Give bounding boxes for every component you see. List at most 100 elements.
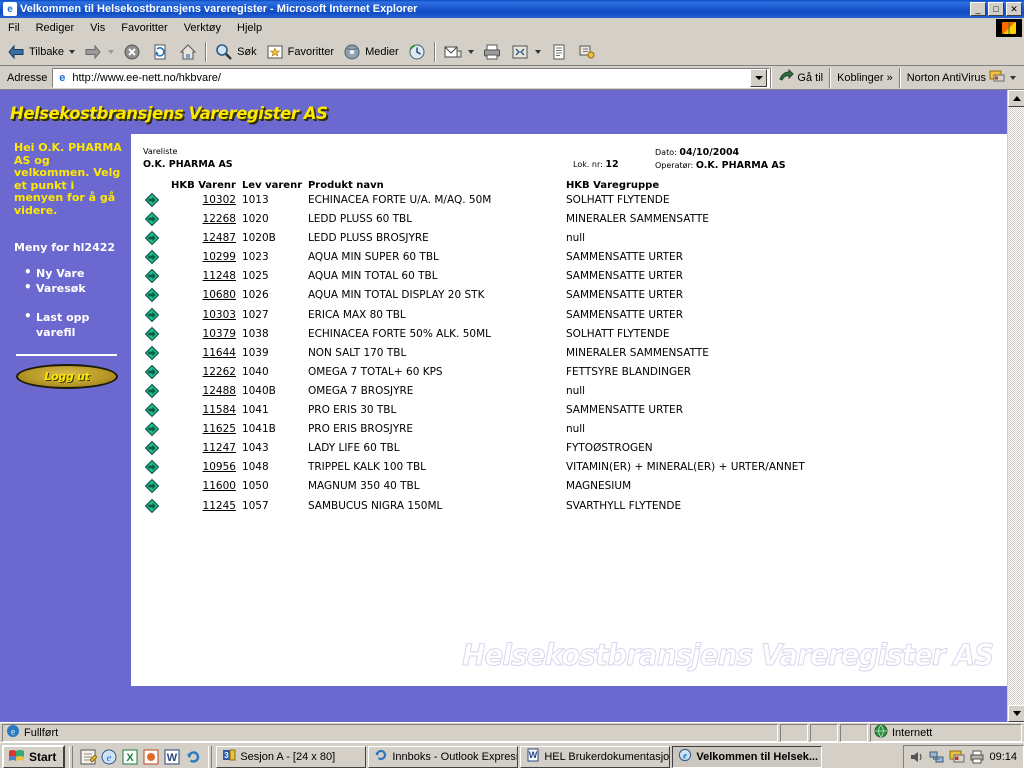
forward-button[interactable] (79, 40, 118, 64)
cell-hkb-varenr: 10956 (165, 460, 242, 479)
menu-item-favoritter[interactable]: Favoritter (113, 20, 175, 36)
product-link[interactable]: 11600 (203, 480, 236, 492)
product-link[interactable]: 10379 (203, 328, 236, 340)
quicklaunch-outlook-icon[interactable] (142, 748, 160, 766)
quicklaunch-refresh-icon[interactable] (184, 748, 202, 766)
product-link[interactable]: 12488 (203, 385, 236, 397)
menu-item-hjelp[interactable]: Hjelp (229, 20, 270, 36)
discuss-button[interactable] (573, 40, 601, 64)
back-chevron-down-icon[interactable] (69, 49, 76, 54)
scroll-up-button[interactable] (1008, 90, 1024, 107)
product-link[interactable]: 11644 (203, 347, 236, 359)
menu-item-vis[interactable]: Vis (82, 20, 113, 36)
product-link[interactable]: 11248 (203, 270, 236, 282)
forward-chevron-down-icon[interactable] (108, 49, 115, 54)
quicklaunch-internet-explorer-icon[interactable]: e (100, 748, 118, 766)
product-link[interactable]: 10680 (203, 289, 236, 301)
product-link[interactable]: 10302 (203, 194, 236, 206)
home-button[interactable] (174, 40, 202, 64)
row-select-arrow-icon[interactable] (131, 441, 165, 460)
sidebar-item-ny-vare[interactable]: Ny Vare (24, 265, 123, 281)
address-input[interactable]: e http://www.ee-nett.no/hkbvare/ (52, 67, 771, 88)
close-button[interactable]: ✕ (1006, 2, 1022, 16)
go-button[interactable]: Gå til (772, 67, 829, 89)
row-select-arrow-icon[interactable] (131, 364, 165, 384)
taskbar-grip-2[interactable] (208, 745, 213, 768)
row-select-arrow-icon[interactable] (131, 345, 165, 365)
vertical-scrollbar[interactable] (1007, 90, 1024, 722)
refresh-button[interactable] (146, 40, 174, 64)
history-button[interactable] (403, 40, 431, 64)
antivirus-chevron-down-icon[interactable] (1010, 75, 1016, 80)
row-select-arrow-icon[interactable] (131, 211, 165, 231)
row-select-arrow-icon[interactable] (131, 383, 165, 403)
links-chevron-double-icon[interactable]: » (887, 72, 893, 84)
menu-item-fil[interactable]: Fil (0, 20, 28, 36)
minimize-button[interactable]: _ (970, 2, 986, 16)
row-select-arrow-icon[interactable] (131, 326, 165, 346)
product-link[interactable]: 10299 (203, 251, 236, 263)
row-select-arrow-icon[interactable] (131, 192, 165, 212)
start-button[interactable]: Start (2, 744, 66, 768)
mail-button[interactable] (439, 40, 478, 64)
product-link[interactable]: 12268 (203, 213, 236, 225)
svg-text:3: 3 (225, 751, 230, 760)
quicklaunch-notepad-icon[interactable] (79, 748, 99, 766)
row-select-arrow-icon[interactable] (131, 250, 165, 269)
vareliste-label: Vareliste (143, 147, 178, 156)
product-link[interactable]: 12487 (203, 232, 236, 244)
printer-tray-icon[interactable] (969, 749, 985, 765)
links-button[interactable]: Koblinger » (831, 67, 899, 89)
product-link[interactable]: 10303 (203, 309, 236, 321)
menu-item-verktoy[interactable]: Verktøy (176, 20, 229, 36)
product-link[interactable]: 11245 (203, 500, 236, 512)
row-select-arrow-icon[interactable] (131, 307, 165, 327)
product-link[interactable]: 10956 (203, 461, 236, 473)
row-select-arrow-icon[interactable] (131, 230, 165, 250)
fullscreen-button[interactable] (506, 40, 545, 64)
row-select-arrow-icon[interactable] (131, 479, 165, 498)
taskbar-grip-1[interactable] (69, 745, 74, 768)
favorites-button[interactable]: Favoritter (261, 40, 338, 64)
row-select-arrow-icon[interactable] (131, 498, 165, 518)
product-table-body: 10302 1013 ECHINACEA FORTE U/A. M/AQ. 50M S… (131, 192, 1007, 518)
norton-antivirus-tray-icon[interactable] (949, 749, 965, 765)
table-row: 11644 1039 NON SALT 170 TBL MINERALER SAMME… (131, 345, 1007, 365)
print-button[interactable] (478, 40, 506, 64)
mail-chevron-down-icon[interactable] (467, 49, 474, 54)
taskbar-button-outlook-express[interactable]: Innboks - Outlook Express (368, 745, 519, 768)
product-link[interactable]: 11625 (203, 423, 236, 435)
cell-produkt-navn: LEDD PLUSS 60 TBL (307, 213, 413, 226)
scroll-down-button[interactable] (1008, 705, 1024, 722)
clock[interactable]: 09:14 (989, 751, 1017, 763)
quicklaunch-word-icon[interactable]: W (163, 748, 181, 766)
volume-icon[interactable] (909, 749, 925, 765)
sidebar-item-last-opp-varefil[interactable]: Last opp varefil (24, 309, 123, 340)
document-header-left: Vareliste O.K. PHARMA AS (143, 146, 573, 172)
stop-button[interactable] (118, 40, 146, 64)
taskbar-button-velkommen-helsek[interactable]: e Velkommen til Helsek... (672, 745, 823, 768)
row-select-arrow-icon[interactable] (131, 460, 165, 479)
taskbar-button-word-doc[interactable]: W HEL Brukerdokumentasjo... (520, 745, 671, 768)
quicklaunch-excel-icon[interactable]: X (121, 748, 139, 766)
logout-button[interactable]: Logg ut (16, 364, 118, 389)
product-link[interactable]: 11247 (203, 442, 236, 454)
address-dropdown-button[interactable] (750, 68, 768, 87)
norton-antivirus-button[interactable]: Norton AntiVirus (901, 67, 1022, 89)
product-link[interactable]: 12262 (203, 366, 236, 378)
edit-button[interactable] (545, 40, 573, 64)
sidebar-item-varesok[interactable]: Varesøk (24, 280, 123, 296)
row-select-arrow-icon[interactable] (131, 269, 165, 288)
maximize-button[interactable]: □ (988, 2, 1004, 16)
fullscreen-chevron-down-icon[interactable] (534, 49, 541, 54)
back-button[interactable]: Tilbake (2, 40, 79, 64)
row-select-arrow-icon[interactable] (131, 288, 165, 307)
menu-item-rediger[interactable]: Rediger (28, 20, 83, 36)
network-icon[interactable] (929, 749, 945, 765)
product-link[interactable]: 11584 (203, 404, 236, 416)
media-button[interactable]: Medier (338, 40, 403, 64)
row-select-arrow-icon[interactable] (131, 421, 165, 441)
search-button[interactable]: Søk (210, 40, 261, 64)
row-select-arrow-icon[interactable] (131, 402, 165, 422)
taskbar-button-sesjon-a[interactable]: 3 Sesjon A - [24 x 80] (216, 745, 367, 768)
